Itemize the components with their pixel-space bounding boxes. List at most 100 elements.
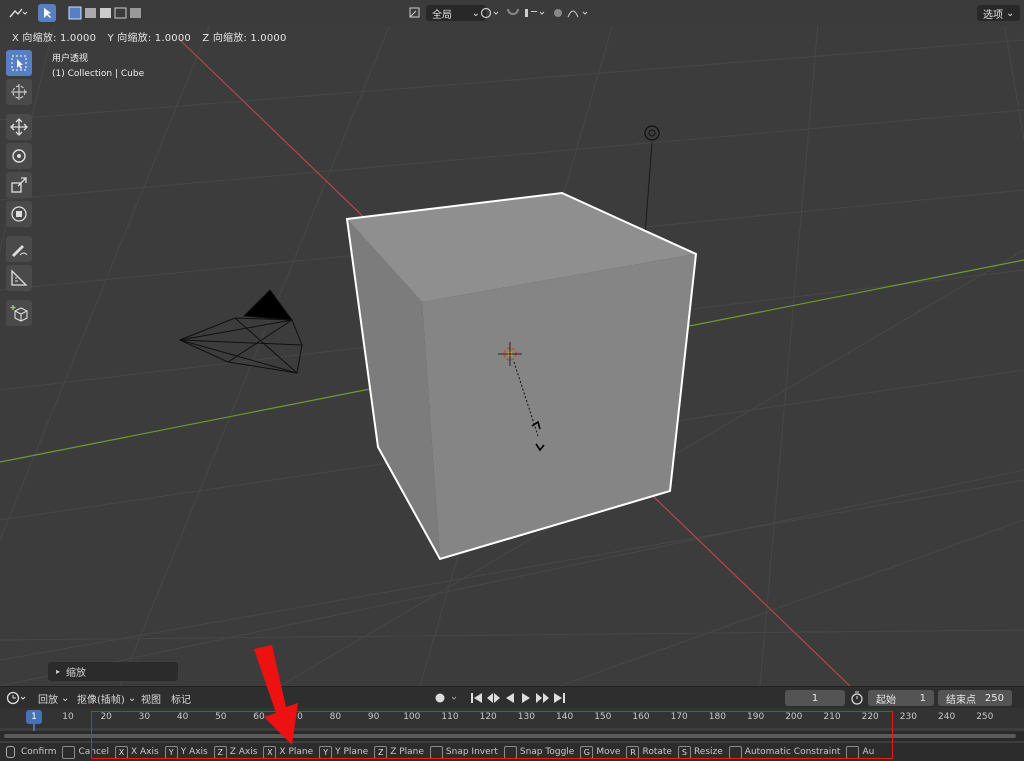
selection-mode-icons bbox=[68, 6, 141, 20]
ruler-tick-label: 170 bbox=[670, 712, 688, 722]
ruler-tick-label: 80 bbox=[329, 712, 342, 722]
status-hint-item: Snap Toggle bbox=[503, 745, 575, 759]
keycap-icon bbox=[503, 745, 517, 759]
keycap-icon: Z bbox=[374, 745, 388, 759]
chevron-down-icon: ⌄ bbox=[127, 692, 137, 704]
move-arrows-icon bbox=[10, 118, 28, 136]
auto-keying-button[interactable] bbox=[433, 690, 461, 706]
status-hint-label: Resize bbox=[693, 747, 723, 757]
clock-icon bbox=[6, 691, 26, 705]
status-hint-item: Confirm bbox=[21, 747, 56, 757]
select-box-icon bbox=[11, 55, 27, 71]
move-tool[interactable] bbox=[6, 114, 32, 140]
y-scale-readout: Y 向缩放: 1.0000 bbox=[107, 33, 191, 44]
annotate-tool[interactable] bbox=[6, 236, 32, 262]
selection-mode-group[interactable] bbox=[68, 4, 146, 22]
status-hint-label: Z Plane bbox=[390, 747, 424, 757]
keycap-icon: Y bbox=[164, 745, 178, 759]
pivot-point-button[interactable] bbox=[478, 4, 502, 22]
ruler-tick-label: 50 bbox=[215, 712, 227, 722]
add-cube-tool[interactable] bbox=[6, 300, 32, 326]
timeline-editor-type-button[interactable] bbox=[6, 690, 28, 706]
viewport-scene[interactable] bbox=[0, 0, 1024, 686]
keying-label: 抠像(插帧) bbox=[77, 694, 125, 706]
ruler-tick-label: 190 bbox=[747, 712, 765, 722]
stopwatch-icon bbox=[851, 691, 863, 705]
cube-object[interactable] bbox=[345, 191, 698, 561]
ruler-icon bbox=[11, 269, 28, 286]
viewport-header: 全局 ⌄ 选项 ⌄ bbox=[0, 0, 1024, 26]
current-frame-field[interactable]: 1 bbox=[785, 690, 845, 706]
view-name: 用户透视 bbox=[52, 54, 89, 64]
playback-menu[interactable]: 回放 ⌄ bbox=[38, 690, 69, 706]
timeline-scrollbar-thumb[interactable] bbox=[4, 734, 1016, 738]
current-frame-indicator[interactable]: 1 bbox=[26, 710, 42, 724]
timeline-ruler[interactable]: 10 20 30 40 50 60 70 80 90 100 110 120 130 140 150 160 1… bbox=[0, 708, 1024, 728]
preview-range-button[interactable] bbox=[850, 690, 864, 706]
status-hint-item: G Move bbox=[580, 745, 620, 759]
proportional-editing-controls[interactable] bbox=[552, 4, 592, 22]
snap-controls[interactable] bbox=[505, 4, 547, 22]
ruler-tick-label: 90 bbox=[367, 712, 380, 722]
options-dropdown[interactable]: 选项 ⌄ bbox=[977, 5, 1021, 21]
editor-type-button[interactable] bbox=[6, 4, 30, 22]
transform-orientation-dropdown[interactable]: 全局 ⌄ bbox=[408, 4, 486, 22]
end-frame-value: 250 bbox=[984, 692, 1004, 704]
pencil-icon bbox=[12, 245, 28, 257]
3d-viewport[interactable]: 全局 ⌄ 选项 ⌄ X 向缩放: 1.0000 Y 向缩放: 1.0000 Z … bbox=[0, 0, 1024, 686]
proportional-edit-icon bbox=[554, 9, 588, 18]
chevron-down-icon: ⌄ bbox=[1006, 7, 1015, 19]
camera-object[interactable] bbox=[178, 289, 303, 374]
chevron-down-icon: ⌄ bbox=[61, 692, 70, 704]
ruler-tick-label: 200 bbox=[785, 712, 803, 722]
marker-menu[interactable]: 标记 bbox=[171, 690, 191, 706]
transform-orientation-label: 全局 bbox=[432, 9, 452, 21]
keycap-icon: Y bbox=[319, 745, 333, 759]
scale-tool[interactable] bbox=[6, 172, 32, 198]
snap-magnet-icon bbox=[507, 8, 545, 17]
keying-menu[interactable]: 抠像(插帧) ⌄ bbox=[77, 690, 136, 706]
transform-tool[interactable] bbox=[6, 201, 32, 227]
marker-menu-label: 标记 bbox=[171, 694, 191, 706]
last-operation-label: 缩放 bbox=[66, 668, 87, 679]
start-frame-field[interactable]: 起始 1 bbox=[868, 690, 934, 706]
ruler-tick-label: 40 bbox=[176, 712, 189, 722]
keycap-icon: S bbox=[677, 745, 691, 759]
end-frame-field[interactable]: 结束点 250 bbox=[938, 690, 1012, 706]
status-hint-label: Z Axis bbox=[229, 747, 258, 757]
select-mode-button[interactable] bbox=[38, 4, 56, 22]
cursor-tool[interactable] bbox=[6, 79, 32, 105]
status-hint-item: Cancel bbox=[62, 745, 109, 759]
cursor-arrow-icon bbox=[44, 8, 51, 18]
status-hint-item: YY Plane bbox=[319, 745, 368, 759]
orientation-icon bbox=[409, 7, 420, 18]
keycap-icon bbox=[62, 745, 76, 759]
status-hint-item: Automatic Constraint bbox=[728, 745, 840, 759]
playback-label: 回放 bbox=[38, 694, 58, 706]
current-frame-value: 1 bbox=[811, 692, 819, 704]
start-frame-value: 1 bbox=[919, 692, 926, 704]
view-menu[interactable]: 视图 bbox=[141, 690, 161, 706]
z-scale-readout: Z 向缩放: 1.0000 bbox=[202, 33, 287, 44]
ruler-tick-label: 130 bbox=[517, 712, 535, 722]
rotate-tool[interactable] bbox=[6, 143, 32, 169]
measure-tool[interactable] bbox=[6, 265, 32, 291]
ruler-tick-label: 240 bbox=[938, 712, 956, 722]
status-hint-item: R Rotate bbox=[626, 745, 672, 759]
status-hint-item: XX Plane bbox=[263, 745, 313, 759]
transform-icon bbox=[11, 206, 27, 222]
status-hint-label: Y Axis bbox=[180, 747, 208, 757]
select-box-tool[interactable] bbox=[6, 50, 32, 76]
status-hint-label: Cancel bbox=[78, 747, 109, 757]
keycap-icon bbox=[728, 745, 742, 759]
status-hint-label: Snap Invert bbox=[445, 747, 498, 757]
keycap-icon: R bbox=[626, 745, 640, 759]
editor-type-icon bbox=[9, 8, 28, 18]
status-hint-label: Snap Toggle bbox=[519, 747, 575, 757]
status-hint-item: YY Axis bbox=[164, 745, 208, 759]
ruler-tick-label: 10 bbox=[62, 712, 74, 722]
playback-controls[interactable] bbox=[470, 690, 566, 706]
last-operation-panel[interactable]: ▸ 缩放 bbox=[48, 662, 178, 681]
status-hint-label: Au bbox=[862, 747, 875, 757]
status-hint-item: Au bbox=[846, 745, 875, 759]
